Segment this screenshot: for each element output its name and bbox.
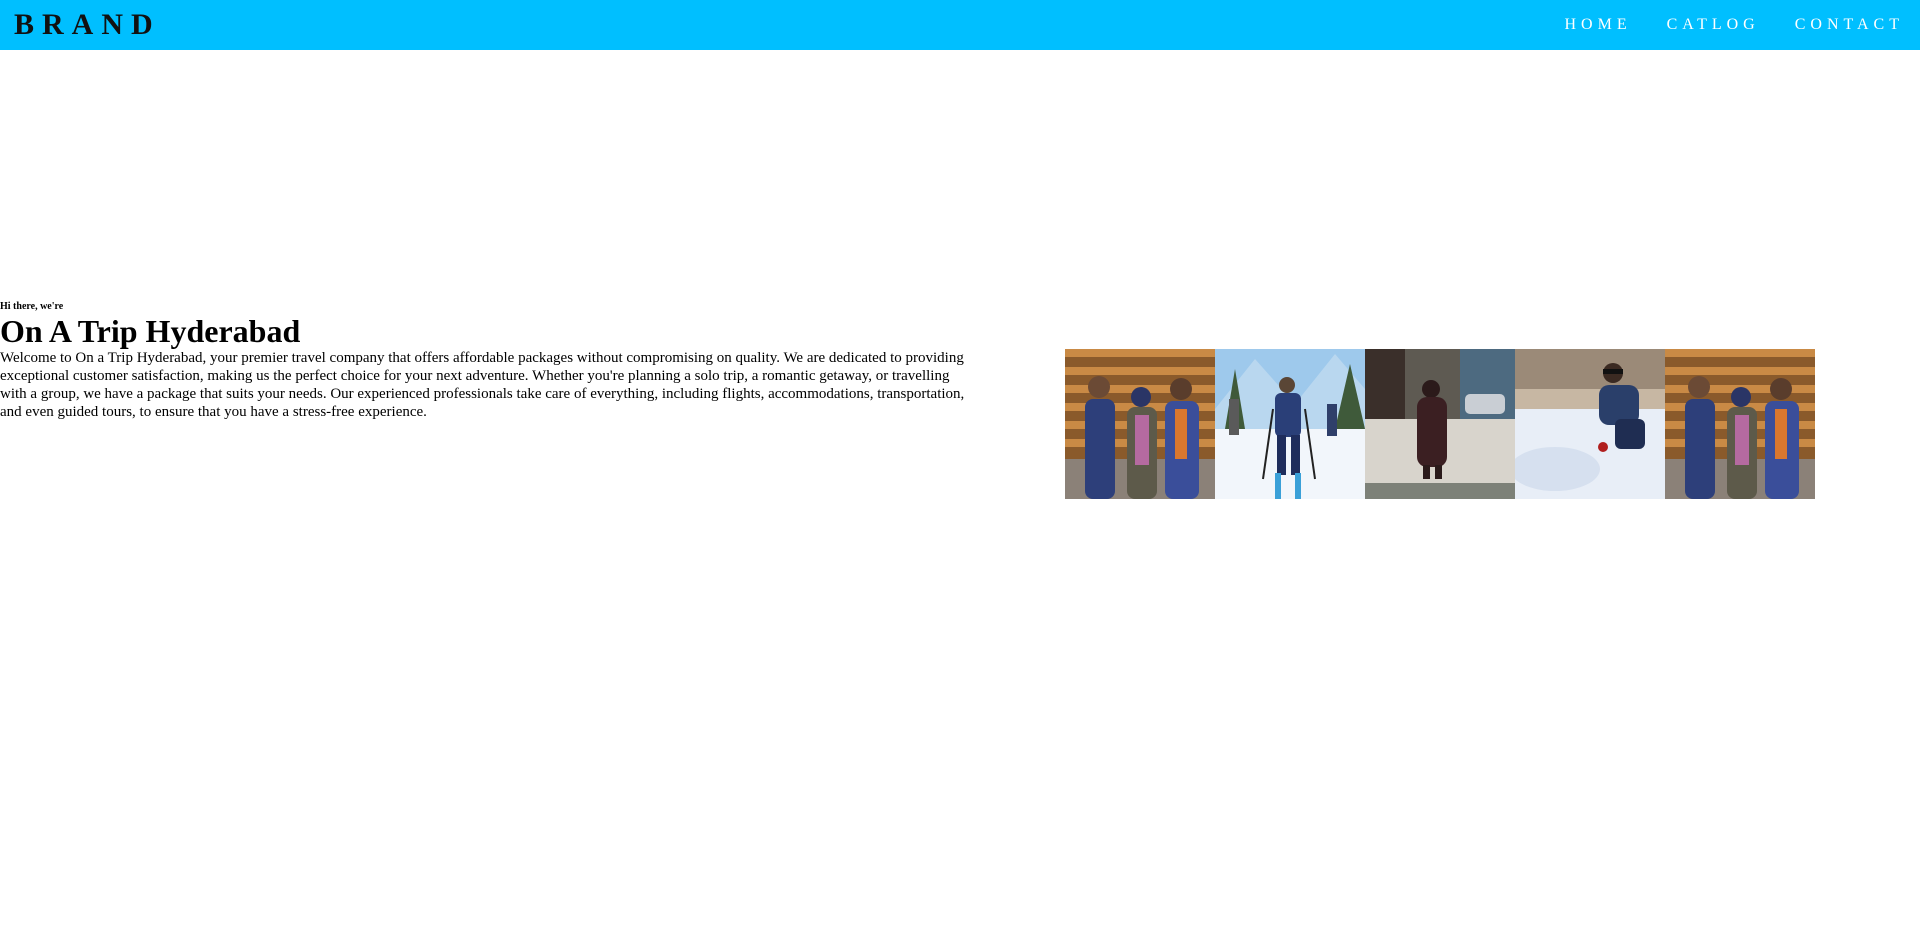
snow-play-photo	[1515, 349, 1665, 499]
intro-section: Hi there, we're On A Trip Hyderabad Welc…	[0, 300, 965, 421]
group-photo	[1665, 349, 1815, 499]
nav-home-link[interactable]: HOME	[1565, 15, 1632, 35]
navbar: BRAND HOME CATLOG CONTACT	[0, 0, 1920, 50]
intro-description: Welcome to On a Trip Hyderabad, your pre…	[0, 350, 965, 420]
nav-menu: HOME CATLOG CONTACT	[1565, 15, 1905, 35]
brand-logo[interactable]: BRAND	[14, 8, 161, 42]
group-photo	[1065, 349, 1215, 499]
skiing-photo	[1215, 349, 1365, 499]
page-title: On A Trip Hyderabad	[0, 313, 301, 349]
snowy-street-photo	[1365, 349, 1515, 499]
photo-gallery	[1065, 349, 1815, 499]
intro-eyebrow: Hi there, we're	[0, 301, 64, 312]
nav-contact-link[interactable]: CONTACT	[1795, 15, 1904, 35]
nav-catlog-link[interactable]: CATLOG	[1667, 15, 1760, 35]
